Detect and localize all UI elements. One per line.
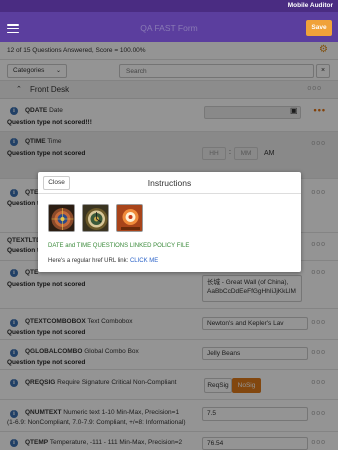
click-me-link[interactable]: CLICK ME bbox=[130, 258, 158, 264]
href-text: Here's a regular href URL link: bbox=[48, 258, 129, 264]
app-name: Mobile Auditor bbox=[287, 2, 333, 9]
save-button[interactable]: Save bbox=[306, 20, 332, 36]
attachment-thumbnail-3[interactable] bbox=[116, 204, 143, 232]
modal-header: Close Instructions bbox=[38, 172, 301, 194]
attachment-thumbnail-2[interactable] bbox=[82, 204, 109, 232]
status-bar: Mobile Auditor bbox=[0, 0, 338, 12]
href-line: Here's a regular href URL link: CLICK ME bbox=[48, 258, 158, 264]
attachment-thumbnail-1[interactable] bbox=[48, 204, 75, 232]
modal-title: Instructions bbox=[147, 178, 192, 188]
linked-policy-file[interactable]: DATE and TIME QUESTIONS LINKED POLICY FI… bbox=[48, 243, 189, 249]
form-title: QA FAST Form bbox=[140, 23, 198, 33]
app-header: QA FAST Form Save bbox=[0, 12, 338, 42]
instructions-modal: Close Instructions DATE and TIME QUESTIO… bbox=[38, 172, 301, 272]
